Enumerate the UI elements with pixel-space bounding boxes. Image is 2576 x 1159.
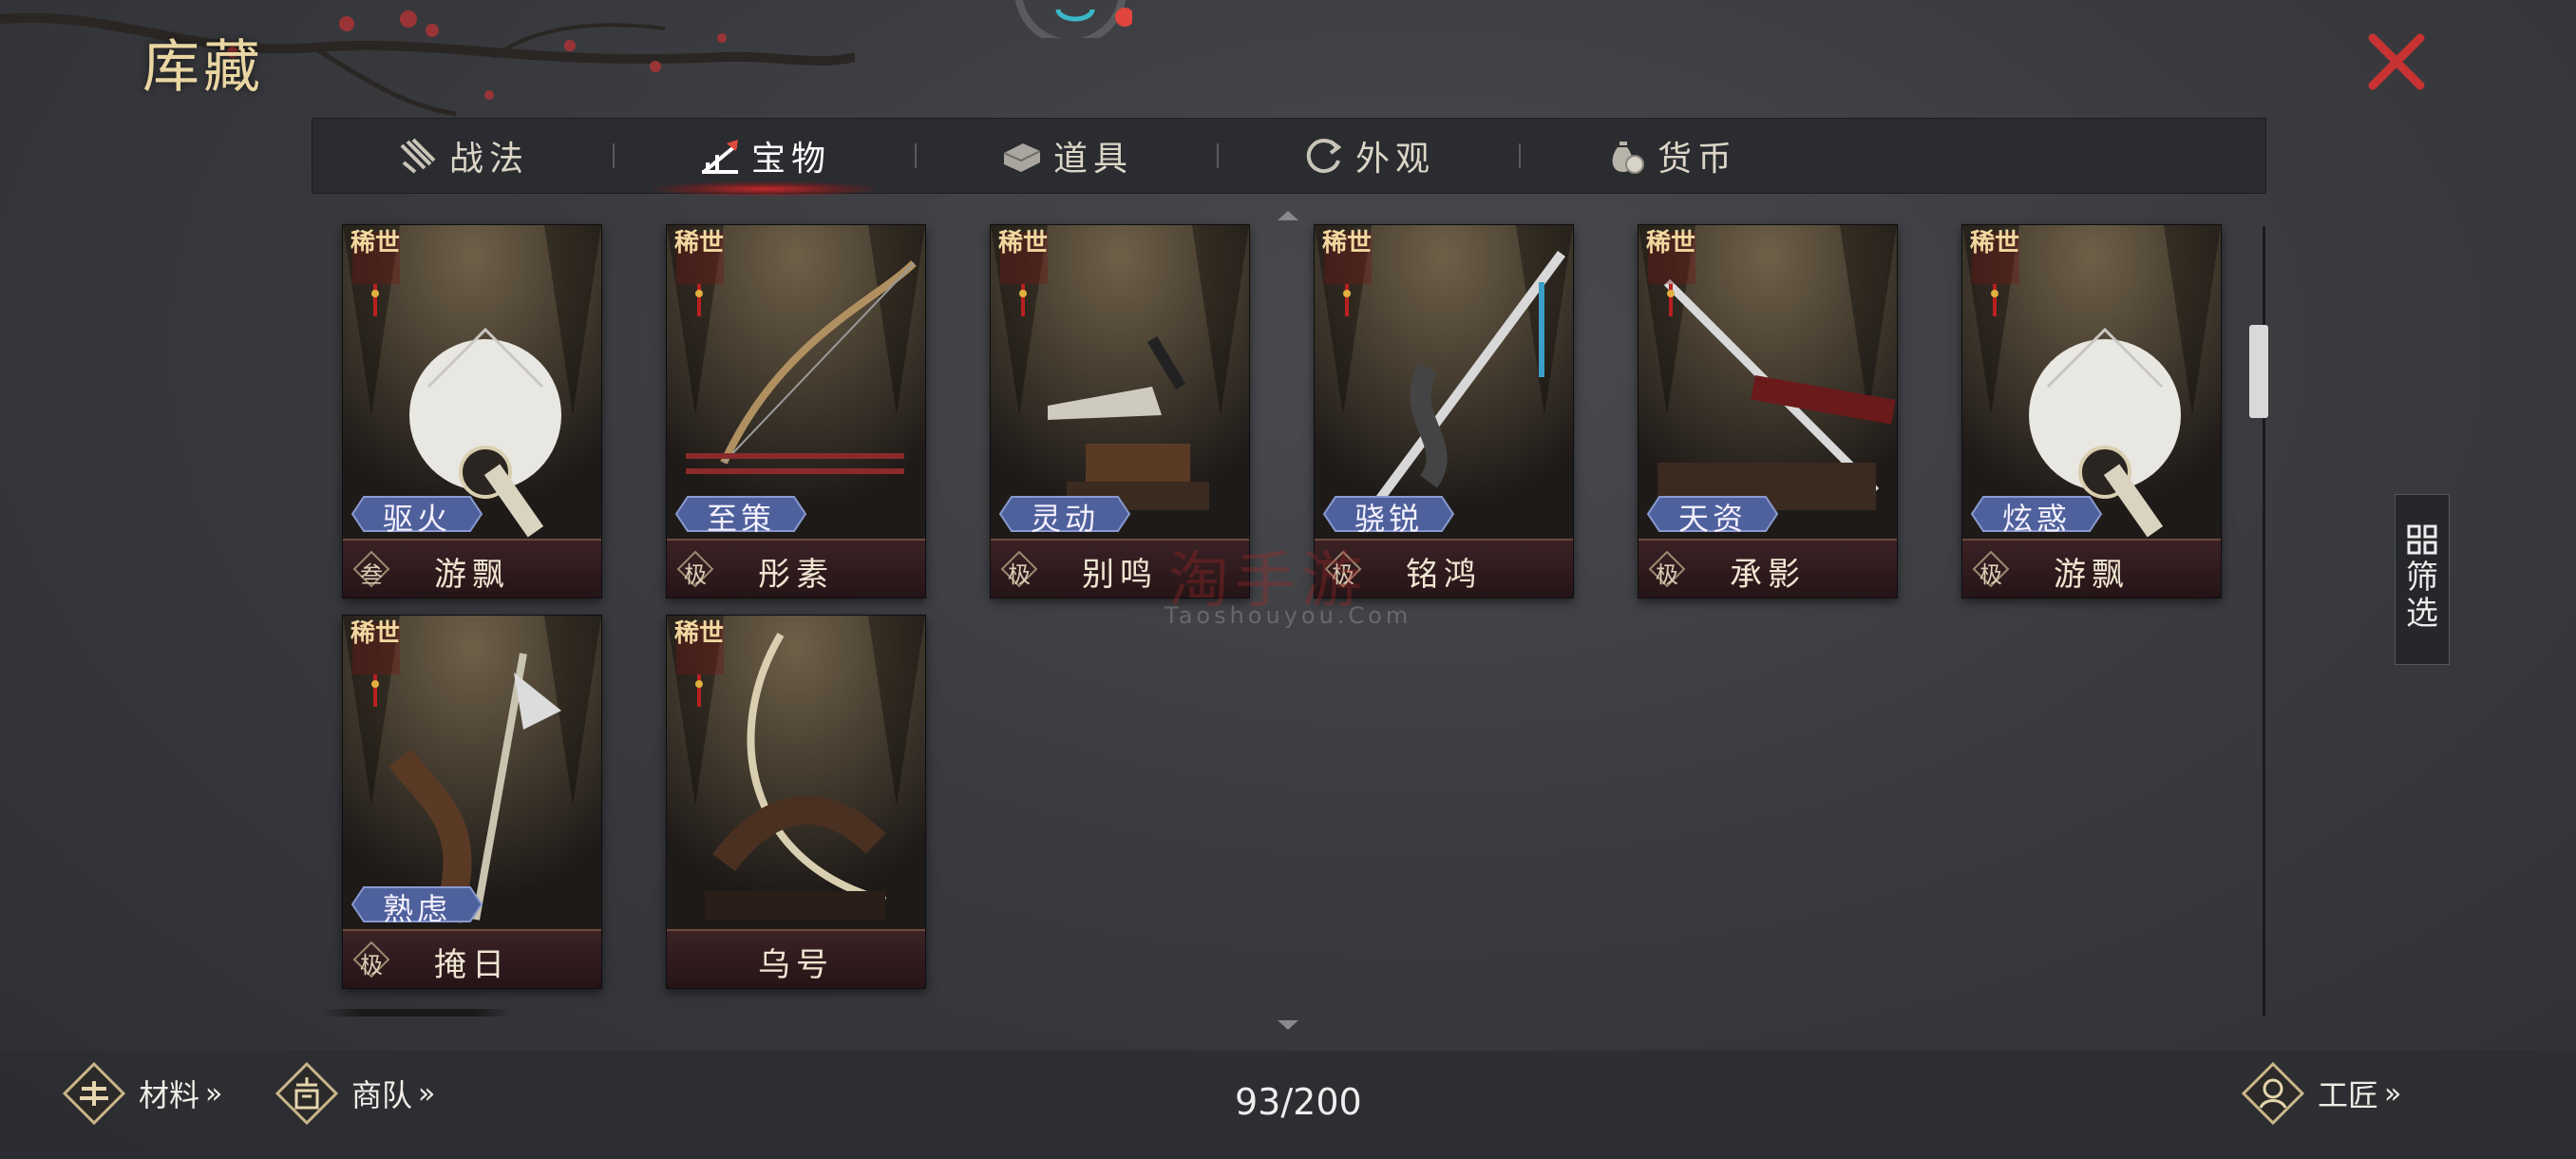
tab-label: 道具 <box>1052 140 1133 179</box>
tab-treasure[interactable]: 宝物 <box>615 119 915 197</box>
plum-branch-decoration <box>0 10 855 117</box>
skill-badge: 灵动 <box>998 493 1131 537</box>
rarity-label: 稀世 <box>1322 229 1373 257</box>
treasure-name: 承影 <box>1730 556 1806 594</box>
scroll-down-arrow-icon[interactable] <box>1276 1018 1300 1032</box>
treasure-name: 乌号 <box>758 946 834 984</box>
watermark-url: Taoshouyou.Com <box>1165 602 1412 629</box>
stone-icon <box>1003 143 1041 172</box>
skill-label: 天资 <box>1677 501 1747 537</box>
caravan-button[interactable]: 商队 » <box>274 1060 435 1127</box>
skill-label: 驱火 <box>382 501 451 537</box>
rarity-badge: 稀世 <box>1322 231 1377 322</box>
card-name-bar: 极承影 <box>1638 539 1897 598</box>
rarity-label: 稀世 <box>674 619 725 648</box>
treasure-card[interactable]: 稀世熟虑极掩日 <box>342 615 602 989</box>
rarity-badge: 稀世 <box>674 231 729 322</box>
grid-filter-icon <box>2407 524 2437 555</box>
card-name-bar: 叁游飘 <box>343 539 601 598</box>
treasure-card[interactable]: 稀世至策极彤素 <box>666 224 926 598</box>
rarity-badge: 稀世 <box>1646 231 1701 322</box>
scrollbar-thumb[interactable] <box>2249 325 2268 418</box>
skill-badge: 骁锐 <box>1322 493 1455 537</box>
materials-button[interactable]: 材料 » <box>61 1060 222 1127</box>
skill-badge: 驱火 <box>350 493 483 537</box>
inventory-count: 93/200 <box>1235 1081 1362 1123</box>
card-name-bar: 极游飘 <box>1962 539 2221 598</box>
caravan-label: 商队 <box>351 1077 413 1113</box>
materials-label: 材料 <box>139 1077 200 1113</box>
treasure-card[interactable]: 稀世炫惑极游飘 <box>1961 224 2222 598</box>
craftsman-button[interactable]: 工匠 » <box>2240 1060 2401 1127</box>
craftsman-icon <box>2241 1061 2305 1126</box>
craftsman-label: 工匠 <box>2318 1077 2379 1113</box>
treasure-name: 彤素 <box>758 556 834 594</box>
tab-items[interactable]: 道具 <box>917 119 1217 193</box>
filter-button[interactable]: 筛选 <box>2395 494 2450 665</box>
rarity-label: 稀世 <box>1970 229 2020 257</box>
merchant-icon <box>275 1061 339 1126</box>
skill-label: 炫惑 <box>2001 501 2071 537</box>
row-drag-shadow <box>323 1009 513 1016</box>
rarity-label: 稀世 <box>350 619 401 648</box>
rarity-label: 稀世 <box>1646 229 1696 257</box>
chevron-right-icon: » <box>2384 1076 2402 1111</box>
rarity-badge: 稀世 <box>998 231 1053 322</box>
tab-label: 货币 <box>1657 140 1737 179</box>
refresh-icon <box>1306 139 1342 174</box>
skill-label: 熟虑 <box>382 891 451 927</box>
skill-label: 灵动 <box>1030 501 1099 537</box>
tab-appearance[interactable]: 外观 <box>1219 119 1519 193</box>
tab-label: 战法 <box>448 140 529 179</box>
page-title: 库藏 <box>142 34 264 101</box>
treasure-icon <box>701 140 738 174</box>
materials-icon <box>62 1061 126 1126</box>
coin-bag-icon <box>1612 142 1644 174</box>
rarity-badge: 稀世 <box>350 621 406 712</box>
rarity-label: 稀世 <box>998 229 1049 257</box>
skill-badge: 熟虑 <box>350 884 483 927</box>
card-name-bar: 极彤素 <box>667 539 925 598</box>
category-tab-bar: 战法 宝物 道具 外观 货币 <box>312 118 2266 197</box>
card-name-bar: 乌号 <box>667 929 925 988</box>
scroll-bundle-icon <box>400 138 436 174</box>
rarity-label: 稀世 <box>350 229 401 257</box>
tab-tactics[interactable]: 战法 <box>313 119 613 193</box>
skill-label: 至策 <box>706 501 775 537</box>
loading-ring-icon <box>1014 0 1132 38</box>
scroll-up-arrow-icon[interactable] <box>1276 209 1300 222</box>
treasure-name: 游飘 <box>434 556 510 594</box>
rarity-badge: 稀世 <box>350 231 406 322</box>
tab-label: 宝物 <box>750 140 831 179</box>
skill-badge: 天资 <box>1646 493 1779 537</box>
treasure-card[interactable]: 稀世乌号 <box>666 615 926 989</box>
chevron-right-icon: » <box>205 1076 223 1111</box>
rarity-badge: 稀世 <box>1970 231 2025 322</box>
tab-currency[interactable]: 货币 <box>1521 119 1821 193</box>
treasure-card[interactable]: 稀世天资极承影 <box>1638 224 1898 598</box>
filter-label: 筛选 <box>2406 559 2438 633</box>
chevron-right-icon: » <box>418 1076 436 1111</box>
treasure-name: 掩日 <box>434 946 510 984</box>
treasure-card[interactable]: 稀世驱火叁游飘 <box>342 224 602 598</box>
skill-badge: 至策 <box>674 493 807 537</box>
card-name-bar: 极掩日 <box>343 929 601 988</box>
skill-badge: 炫惑 <box>1970 493 2103 537</box>
tab-label: 外观 <box>1354 140 1435 179</box>
rarity-label: 稀世 <box>674 229 725 257</box>
rarity-badge: 稀世 <box>674 621 729 712</box>
close-icon[interactable] <box>2365 30 2428 93</box>
treasure-name: 游飘 <box>2054 556 2130 594</box>
